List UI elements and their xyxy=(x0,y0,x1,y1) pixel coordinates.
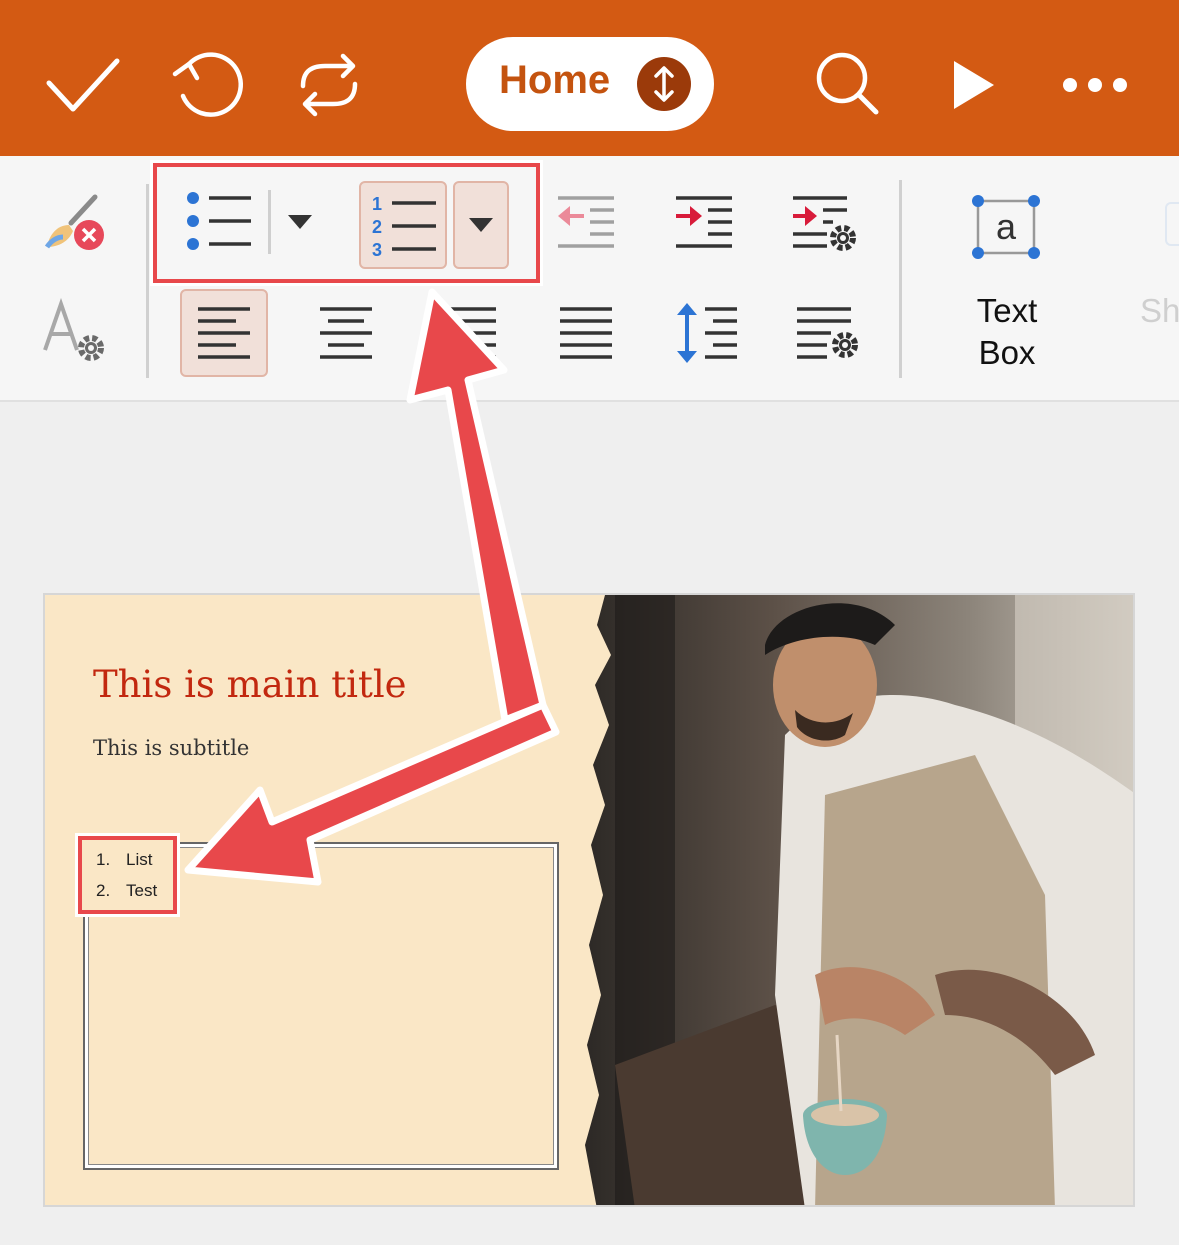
line-spacing-button[interactable] xyxy=(666,294,746,372)
numbered-digit: 3 xyxy=(372,240,382,258)
paragraph-settings-button[interactable] xyxy=(784,186,864,260)
text-box-icon-letter: a xyxy=(996,206,1017,247)
list-item[interactable]: 2. Test xyxy=(96,881,157,901)
done-checkmark-button[interactable] xyxy=(38,40,128,130)
chevron-down-icon xyxy=(288,215,312,229)
paragraph-settings-icon xyxy=(793,196,856,251)
numbered-list-icon: 1 2 3 xyxy=(372,194,436,258)
clear-formatting-button[interactable] xyxy=(34,188,110,258)
barista-photo[interactable] xyxy=(575,595,1135,1207)
increase-indent-icon xyxy=(676,196,732,248)
shapes-label-partial[interactable]: Sh xyxy=(1140,290,1179,332)
text-box-label-line1: Text xyxy=(976,292,1038,329)
alignment-settings-button[interactable] xyxy=(788,294,868,372)
decrease-indent-icon xyxy=(558,196,614,248)
split-divider xyxy=(268,190,271,254)
list-highlight: 1. List 2. Test xyxy=(75,833,180,917)
align-right-icon xyxy=(444,307,496,359)
home-ribbon: 1 2 3 a Text Box Sh xyxy=(0,156,1179,402)
justify-icon xyxy=(560,307,612,359)
justify-button[interactable] xyxy=(546,294,626,372)
text-box-label-line2: Box xyxy=(978,334,1036,371)
play-slideshow-button[interactable] xyxy=(928,40,1018,130)
up-down-arrows-icon xyxy=(637,57,691,111)
slide-title[interactable]: This is main title xyxy=(93,663,407,706)
ribbon-divider xyxy=(899,180,902,378)
clear-formatting-icon xyxy=(44,194,104,250)
ribbon-divider xyxy=(146,184,149,378)
align-center-button[interactable] xyxy=(306,294,386,372)
list-number: 1. xyxy=(96,850,111,869)
alignment-settings-icon xyxy=(797,307,858,359)
align-center-icon xyxy=(320,307,372,359)
align-left-button[interactable] xyxy=(180,289,268,377)
numbered-digit: 2 xyxy=(372,217,382,237)
undo-icon xyxy=(172,52,243,117)
numbered-list-button[interactable]: 1 2 3 xyxy=(359,181,447,269)
numbered-digit: 1 xyxy=(372,194,382,214)
slide-canvas[interactable]: This is main title This is subtitle 1. Li… xyxy=(43,593,1135,1207)
more-dots-icon xyxy=(1063,78,1127,92)
bullet-list-icon xyxy=(187,192,251,250)
list-item[interactable]: 1. List xyxy=(96,850,152,870)
font-settings-icon xyxy=(43,298,104,361)
home-tab-label: Home xyxy=(499,58,611,102)
search-icon xyxy=(816,52,879,115)
text-box-label[interactable]: Text Box xyxy=(955,290,1059,374)
bullet-list-dropdown[interactable] xyxy=(276,198,324,246)
align-left-icon xyxy=(198,307,250,359)
more-options-button[interactable] xyxy=(1050,40,1140,130)
chevron-down-icon xyxy=(469,218,493,232)
repeat-icon xyxy=(300,53,358,117)
play-icon xyxy=(954,61,994,109)
font-settings-button[interactable] xyxy=(36,296,112,366)
list-text: List xyxy=(126,850,153,869)
decrease-indent-button[interactable] xyxy=(548,186,624,256)
ribbon-tab-selector[interactable]: Home xyxy=(466,37,714,131)
redo-button[interactable] xyxy=(284,40,374,130)
checkmark-icon xyxy=(46,58,120,112)
list-number: 2. xyxy=(96,881,111,900)
shapes-icon-partial xyxy=(1165,202,1179,246)
bullet-list-button[interactable] xyxy=(178,186,262,256)
search-button[interactable] xyxy=(804,40,894,130)
align-right-button[interactable] xyxy=(430,294,510,372)
increase-indent-button[interactable] xyxy=(666,186,742,256)
list-text: Test xyxy=(126,881,158,900)
line-spacing-icon xyxy=(677,303,737,363)
undo-button[interactable] xyxy=(162,40,252,130)
text-box-icon: a xyxy=(972,195,1040,259)
insert-text-box-button[interactable]: a xyxy=(966,192,1046,262)
slide-subtitle[interactable]: This is subtitle xyxy=(93,736,249,760)
app-toolbar: Home xyxy=(0,0,1179,156)
numbered-list-dropdown[interactable] xyxy=(453,181,509,269)
